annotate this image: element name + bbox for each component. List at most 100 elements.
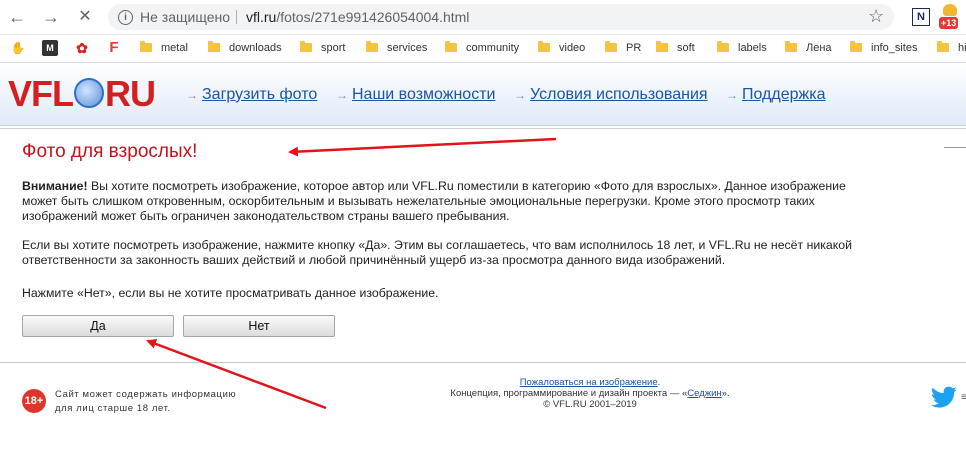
weather-sun-icon	[943, 4, 957, 16]
bookmark-pr[interactable]: PR	[605, 39, 641, 57]
bookmarks-bar: ✋ M ✿ F metal downloads sport services c…	[0, 35, 966, 63]
warning-line-1: Внимание! Вы хотите посмотреть изображен…	[22, 179, 922, 194]
nav-label: Загрузить фото	[202, 86, 318, 103]
bookmark-label: Лена	[806, 42, 832, 54]
decline-paragraph: Нажмите «Нет», если вы не хотите просмат…	[22, 286, 439, 300]
nav-label: Наши возможности	[352, 86, 496, 103]
bookmark-community[interactable]: community	[445, 39, 519, 57]
bookmark-label: downloads	[229, 42, 282, 54]
age-18-badge-icon: 18+	[22, 389, 46, 413]
bookmark-label: community	[466, 42, 520, 54]
bookmark-soft[interactable]: soft	[656, 39, 695, 57]
nav-support[interactable]: → Поддержка	[726, 86, 825, 104]
warning-label: Внимание!	[22, 179, 88, 193]
folder-icon	[850, 41, 862, 52]
stop-loading-icon[interactable]: ✕	[74, 6, 96, 28]
bookmark-metal[interactable]: metal	[140, 39, 188, 57]
consent-line-1: Если вы хотите посмотреть изображение, н…	[22, 238, 852, 252]
arrow-right-icon: →	[186, 88, 198, 102]
bookmark-label: video	[559, 42, 586, 54]
address-bar[interactable]: i Не защищено vfl.ru/fotos/271e991426054…	[108, 4, 894, 30]
nav-terms[interactable]: → Условия использования	[514, 86, 708, 104]
bookmark-label: labels	[738, 42, 767, 54]
annotation-arrow-title	[288, 137, 557, 157]
bookmark-video[interactable]: video	[538, 39, 585, 57]
security-label[interactable]: Не защищено	[140, 9, 230, 25]
bookmark-downloads[interactable]: downloads	[208, 39, 282, 57]
nav-features[interactable]: → Наши возможности	[336, 86, 495, 104]
bookmark-lena[interactable]: Лена	[785, 39, 832, 57]
age-line-1: Сайт может содержать информацию	[55, 389, 237, 400]
url-text[interactable]: vfl.ru/fotos/271e991426054004.html	[246, 9, 469, 25]
credits-row: Концепция, программирование и дизайн про…	[440, 388, 740, 399]
credits-suffix: ».	[721, 388, 730, 399]
bookmark-services[interactable]: services	[366, 39, 427, 57]
arrow-right-icon: →	[514, 88, 526, 102]
nav-upload-photo[interactable]: → Загрузить фото	[186, 86, 317, 104]
consent-line-2: ответственности за законность ваших дейс…	[22, 253, 726, 267]
address-separator	[236, 10, 237, 24]
bookmark-labels[interactable]: labels	[717, 39, 767, 57]
bookmark-label: hi	[958, 42, 966, 54]
extension-badge: +13	[939, 17, 959, 29]
site-logo[interactable]: VFL RU	[8, 73, 156, 114]
weather-extension-icon[interactable]: +13	[939, 4, 961, 30]
content-divider	[0, 128, 966, 129]
footer-divider	[0, 362, 966, 363]
no-button[interactable]: Нет	[183, 315, 335, 337]
info-icon[interactable]: i	[118, 10, 133, 25]
warning-line-2: может быть слишком откровенным, оскорбит…	[22, 194, 815, 208]
folder-icon	[366, 41, 378, 52]
folder-icon	[140, 41, 152, 52]
bookmark-label: PR	[626, 42, 642, 54]
folder-icon	[538, 41, 550, 52]
credits-prefix: Концепция, программирование и дизайн про…	[450, 388, 688, 399]
age-warning-text: Сайт может содержать информацию для лиц …	[55, 388, 236, 416]
arrow-right-icon: →	[336, 88, 348, 102]
bookmark-info-sites[interactable]: info_sites	[850, 39, 917, 57]
bookmark-label: soft	[677, 42, 695, 54]
hand-icon[interactable]: ✋	[10, 40, 26, 56]
age-line-2: для лиц старше 18 лет.	[55, 403, 171, 414]
right-divider	[944, 147, 966, 148]
consent-paragraph: Если вы хотите посмотреть изображение, н…	[22, 238, 922, 268]
complain-dot: .	[657, 377, 661, 388]
complain-link[interactable]: Пожаловаться на изображение	[520, 377, 658, 388]
arrow-right-icon: →	[726, 88, 738, 102]
extension-n-icon[interactable]: N	[912, 8, 930, 26]
complain-row: Пожаловаться на изображение.	[440, 377, 740, 388]
logo-globe-icon	[74, 78, 104, 108]
bookmark-label: services	[387, 42, 428, 54]
bookmark-sport[interactable]: sport	[300, 39, 345, 57]
credits-author-link[interactable]: Седжин	[687, 388, 721, 399]
folder-icon	[300, 41, 312, 52]
folder-icon	[785, 41, 797, 52]
bookmark-star-icon[interactable]: ☆	[868, 6, 884, 27]
logo-text-right: RU	[105, 73, 156, 114]
nav-label: Условия использования	[530, 86, 708, 103]
folder-icon	[656, 41, 668, 52]
bookmark-label: info_sites	[871, 42, 918, 54]
yes-button[interactable]: Да	[22, 315, 174, 337]
twitter-icon[interactable]	[930, 386, 958, 410]
back-arrow-icon[interactable]: ←	[6, 6, 28, 28]
bookmark-label: sport	[321, 42, 346, 54]
folder-icon	[445, 41, 457, 52]
folder-icon	[208, 41, 220, 52]
copyright: © VFL.RU 2001–2019	[543, 399, 637, 410]
folder-icon	[937, 41, 949, 52]
bookmark-hi[interactable]: hi	[937, 39, 966, 57]
warning-text: Вы хотите посмотреть изображение, которо…	[87, 179, 846, 193]
forward-arrow-icon[interactable]: →	[40, 6, 62, 28]
page-title: Фото для взрослых!	[22, 141, 198, 162]
bookmark-favicon-m[interactable]: M	[42, 40, 58, 56]
browser-toolbar: ← → ✕ i Не защищено vfl.ru/fotos/271e991…	[0, 0, 966, 35]
bookmark-favicon-f[interactable]: F	[106, 40, 122, 56]
logo-text-left: VFL	[8, 73, 74, 114]
scroll-edge-glyph: ≡	[961, 392, 966, 403]
footer-credits: Пожаловаться на изображение. Концепция, …	[440, 377, 740, 410]
url-path: /fotos/271e991426054004.html	[276, 9, 470, 25]
url-host: vfl.ru	[246, 9, 277, 25]
bookmark-favicon-flower[interactable]: ✿	[74, 40, 90, 56]
folder-icon	[717, 41, 729, 52]
